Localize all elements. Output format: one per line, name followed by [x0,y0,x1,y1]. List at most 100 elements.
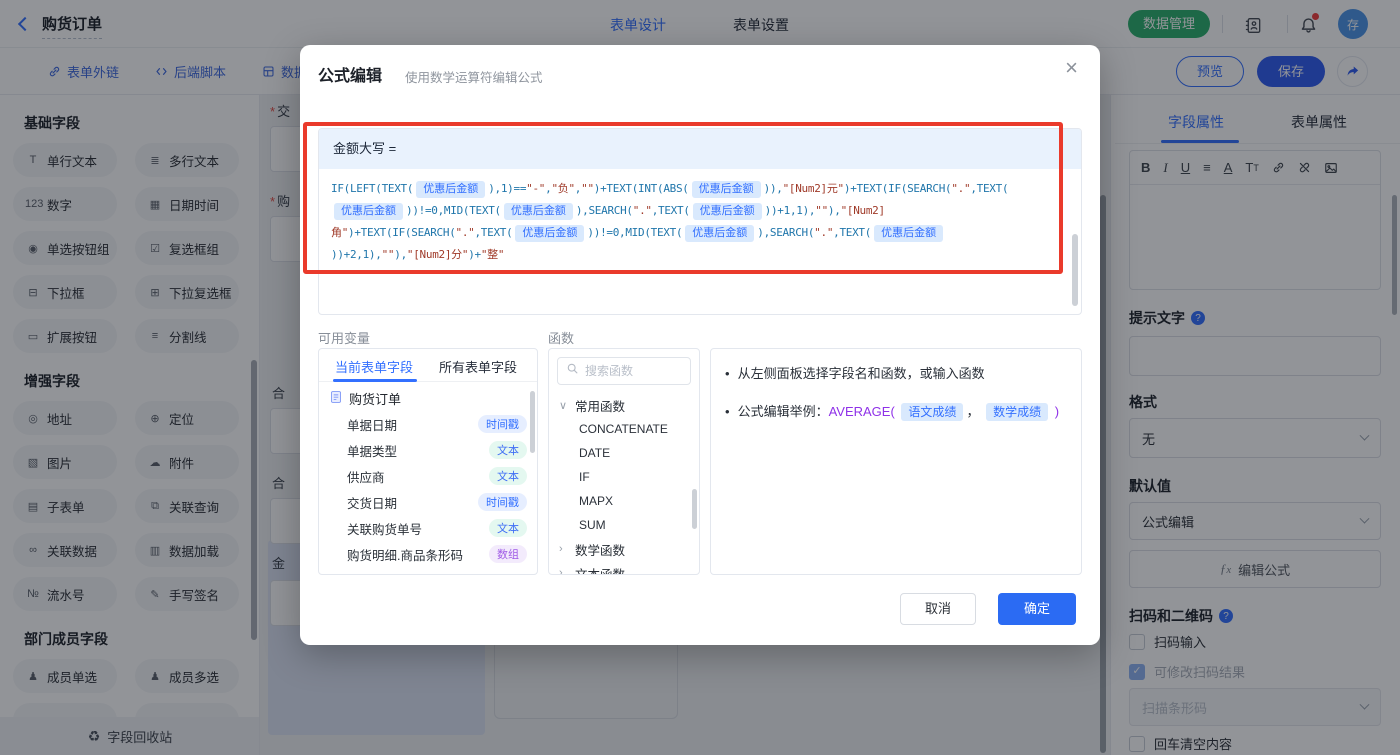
field-chip[interactable]: 优惠后金额 [503,203,573,220]
code-token: ), [827,204,841,217]
code-token: ,TEXT( [970,182,1009,195]
example-field-chip: 数学成绩 [986,403,1049,421]
field-name: 单据类型 [347,444,398,459]
code-token: )), [763,182,783,195]
string-token: "负" [551,182,575,195]
string-token: "[Num2] [840,204,886,217]
chevron-right-icon: › [559,543,563,555]
functions-label: 函数 [548,331,575,346]
string-token: "." [455,226,475,239]
formula-line: ))+2,1),""),"[Num2]分")+"整" [331,244,1069,266]
close-icon[interactable]: × [1065,57,1078,79]
tips-panel: • 从左侧面板选择字段名和函数，或输入函数 • 公式编辑举例：AVERAGE( … [710,348,1082,575]
variable-field-item[interactable]: 购货明细.商品条形码 数组 [319,541,537,567]
cancel-button[interactable]: 取消 [900,593,976,625]
variables-label: 可用变量 [318,331,371,346]
function-item-IF[interactable]: IF [549,465,699,489]
field-type-badge: 数组 [489,545,527,563]
variables-panel: 当前表单字段 所有表单字段 购货订单 单据日期 时间戳 单据类型 文本 供应商 文本 交货日… [318,348,538,575]
tip-example: • 公式编辑举例：AVERAGE( 语文成绩， 数学成绩 ) [725,402,1067,422]
string-token: "." [951,182,971,195]
formula-edit-modal: 公式编辑 使用数学运算符编辑公式 × 金额大写 = IF(LEFT(TEXT(优… [300,45,1100,645]
chevron-down-icon: ∨ [559,399,568,412]
function-group-数学函数[interactable]: › 数学函数 [549,537,699,561]
field-chip[interactable]: 优惠后金额 [691,181,761,198]
variable-field-item[interactable]: 关联购货单号 文本 [319,515,537,541]
field-chip[interactable]: 优惠后金额 [334,203,403,220]
field-name: 交货日期 [347,496,398,511]
function-item-DATE[interactable]: DATE [549,441,699,465]
field-name: 购货明细.商品条形码 [347,548,463,563]
function-item-CONCATENATE[interactable]: CONCATENATE [549,417,699,441]
variable-field-item[interactable]: 单据类型 文本 [319,437,537,463]
tab-all-form-fields[interactable]: 所有表单字段 [439,357,517,376]
function-search[interactable] [557,357,691,385]
variable-field-item[interactable]: 供应商 文本 [319,463,537,489]
variable-field-item[interactable]: 交货日期 时间戳 [319,489,537,515]
field-chip[interactable]: 优惠后金额 [874,225,944,242]
modal-subtitle: 使用数学运算符编辑公式 [405,71,543,85]
string-token: "." [632,204,652,217]
code-token: ,TEXT( [651,204,690,217]
tab-current-form-fields[interactable]: 当前表单字段 [335,357,413,376]
field-chip[interactable]: 优惠后金额 [692,203,762,220]
string-token: "" [815,204,828,217]
field-name: 关联购货单号 [347,522,423,537]
functions-panel: ∨ 常用函数 CONCATENATEDATEIFMAPXSUM › 数学函数 › 文本函数 [548,348,700,575]
code-token: ),1)== [488,182,527,195]
formula-line: 角")+TEXT(IF(SEARCH(".",TEXT(优惠后金额))!=0,M… [331,222,1069,244]
field-name: 单据日期 [347,418,398,433]
function-group-label: 常用函数 [575,399,626,414]
code-token: )+TEXT(INT(ABS( [593,182,689,195]
function-group-常用函数[interactable]: ∨ 常用函数 [549,393,699,417]
field-type-badge: 文本 [489,519,527,537]
editor-scrollbar[interactable] [1072,234,1078,306]
code-token: ),SEARCH( [757,226,815,239]
code-token: ))+2,1), [331,248,382,261]
field-type-badge: 文本 [489,441,527,459]
example-function: AVERAGE( [828,404,895,419]
string-token: "-" [526,182,546,195]
form-doc-icon [329,390,343,407]
field-type-badge [489,574,527,575]
example-field-chip: 语文成绩 [901,403,964,421]
active-tab-underline [333,379,417,382]
confirm-button[interactable]: 确定 [998,593,1076,625]
field-name: 供应商 [347,470,385,485]
formula-line: 优惠后金额))!=0,MID(TEXT(优惠后金额),SEARCH(".",TE… [331,200,1069,222]
form-root-item[interactable]: 购货订单 [319,382,537,411]
string-token: "整" [480,248,505,261]
code-token: )+TEXT(IF(SEARCH( [843,182,952,195]
variable-field-item-partial[interactable] [319,567,537,575]
string-token: "." [814,226,834,239]
string-token: "[Num2]分" [406,248,469,261]
function-search-input[interactable] [585,364,685,378]
chevron-right-icon: › [559,567,563,575]
function-item-SUM[interactable]: SUM [549,513,699,537]
field-chip[interactable]: 优惠后金额 [416,181,486,198]
function-group-label: 数学函数 [575,543,626,558]
function-item-MAPX[interactable]: MAPX [549,489,699,513]
code-token: ), [394,248,407,261]
formula-editor[interactable]: 金额大写 = IF(LEFT(TEXT(优惠后金额),1)=="-","负","… [318,128,1082,315]
code-token: ,TEXT( [833,226,872,239]
code-token: ))!=0,MID(TEXT( [587,226,683,239]
formula-code[interactable]: IF(LEFT(TEXT(优惠后金额),1)=="-","负","")+TEXT… [319,169,1081,266]
code-token: )+TEXT(IF(SEARCH( [348,226,456,239]
field-type-badge: 文本 [489,467,527,485]
field-chip[interactable]: 优惠后金额 [515,225,585,242]
variables-list: 单据日期 时间戳 单据类型 文本 供应商 文本 交货日期 时间戳 关联购货单号 文本 购货明细.商品… [319,411,537,575]
code-token: ),SEARCH( [575,204,633,217]
tip-item: • 从左侧面板选择字段名和函数，或输入函数 [725,364,1067,384]
function-group-文本函数[interactable]: › 文本函数 [549,561,699,575]
code-token: IF(LEFT(TEXT( [331,182,414,195]
variable-field-item[interactable]: 单据日期 时间戳 [319,411,537,437]
field-chip[interactable]: 优惠后金额 [685,225,755,242]
function-group-label: 文本函数 [575,567,626,575]
bullet: • [725,404,730,419]
formula-line: IF(LEFT(TEXT(优惠后金额),1)=="-","负","")+TEXT… [331,178,1069,200]
string-token: 角" [331,226,349,239]
variables-scrollbar[interactable] [530,391,535,453]
functions-scrollbar[interactable] [692,489,697,529]
formula-target: 金额大写 = [319,129,1081,169]
